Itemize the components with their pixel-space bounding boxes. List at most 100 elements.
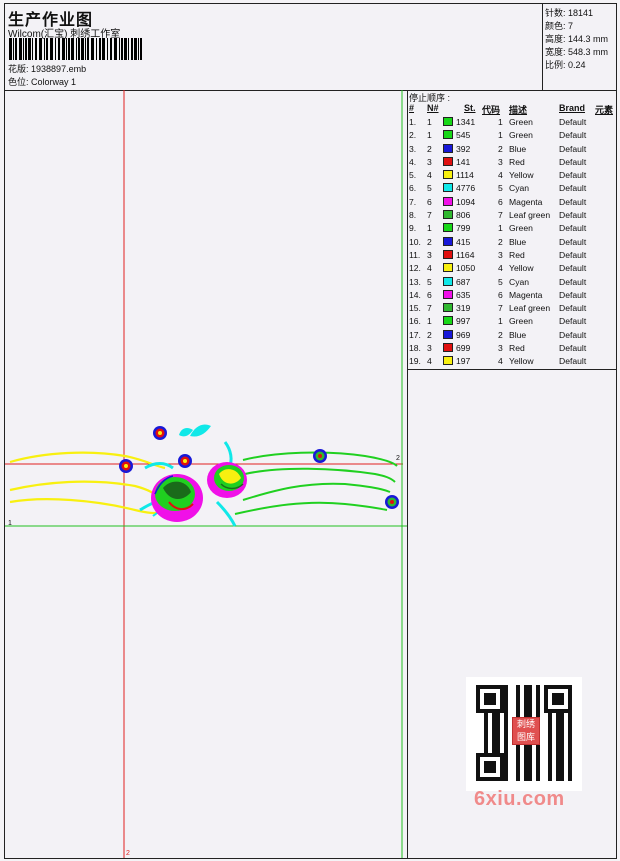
stop-row: 12. 4 1050 4 Yellow Default [407, 263, 616, 276]
row-stitches: 392 [456, 143, 471, 154]
row-index: 7. [409, 196, 417, 207]
stop-row: 10. 2 415 2 Blue Default [407, 236, 616, 250]
row-code: 5 [498, 276, 503, 287]
stop-table-body: 1. 1 1341 1 Green Default 2. 1 545 1 Green Default 3… [407, 117, 616, 370]
yellow-strand [9, 480, 161, 499]
yellow-strand [9, 451, 166, 470]
pattern-value: 1938897.emb [31, 64, 87, 74]
spec-width: 宽度: 548.3 mm [545, 47, 609, 57]
barcode [9, 38, 142, 60]
row-code: 3 [498, 343, 503, 354]
row-needle: 2 [427, 329, 432, 340]
cyan-leaf [190, 424, 211, 437]
row-stitches: 1164 [456, 249, 475, 260]
design-canvas[interactable]: 1 2 2 [5, 90, 408, 858]
row-needle: 1 [427, 130, 432, 141]
row-stitches: 699 [456, 343, 471, 354]
row-code: 7 [498, 303, 503, 314]
col-element: 元素 [595, 105, 614, 115]
green-strand [244, 467, 396, 483]
small-flower [385, 495, 399, 509]
row-index: 5. [409, 170, 417, 181]
row-index: 14. [409, 289, 421, 300]
row-needle: 1 [427, 117, 432, 127]
col-needle: N# [427, 103, 439, 113]
yellow-strand [9, 498, 166, 515]
color-swatch [443, 156, 453, 166]
row-brand: Default [559, 236, 587, 247]
row-index: 10. [409, 236, 421, 247]
green-strand [242, 482, 391, 501]
row-description: Magenta [509, 196, 543, 207]
origin-marker-2: 2 [396, 455, 400, 462]
row-code: 6 [498, 289, 503, 300]
spec-scale: 比例: 0.24 [545, 60, 586, 70]
row-needle: 3 [427, 156, 432, 167]
color-swatch [443, 117, 453, 126]
qr-code: 刺绣图库 [466, 677, 582, 791]
stop-row: 16. 1 997 1 Green Default [407, 316, 616, 329]
row-index: 15. [409, 303, 421, 314]
color-swatch [443, 329, 453, 339]
green-strand [234, 501, 388, 515]
row-brand: Default [559, 130, 587, 141]
row-description: Leaf green [509, 303, 551, 314]
small-flower [119, 459, 133, 473]
row-description: Yellow [509, 263, 534, 274]
stop-row: 18. 3 699 3 Red Default [407, 343, 616, 356]
row-stitches: 319 [456, 303, 471, 314]
row-description: Green [509, 117, 533, 127]
pattern-file: 花版: 1938897.emb [8, 62, 86, 75]
pattern-label: 花版: [8, 64, 29, 74]
small-flower [178, 454, 192, 468]
row-description: Red [509, 156, 525, 167]
row-code: 5 [498, 183, 503, 194]
row-stitches: 141 [456, 156, 471, 167]
row-needle: 6 [427, 289, 432, 300]
row-stitches: 806 [456, 210, 471, 221]
row-brand: Default [559, 263, 587, 274]
spec-color-count: 颜色: 7 [545, 21, 574, 31]
color-swatch [443, 303, 453, 313]
row-brand: Default [559, 303, 587, 314]
row-description: Yellow [509, 356, 534, 367]
row-index: 9. [409, 223, 417, 234]
row-code: 2 [498, 236, 503, 247]
spec-stitch-count: 针数: 18141 [545, 8, 594, 18]
row-description: Magenta [509, 289, 543, 300]
row-brand: Default [559, 143, 587, 154]
row-stitches: 969 [456, 329, 471, 340]
row-needle: 1 [427, 316, 432, 327]
row-description: Blue [509, 329, 527, 340]
row-code: 2 [498, 329, 503, 340]
row-needle: 4 [427, 263, 432, 274]
row-code: 4 [498, 356, 503, 367]
row-index: 2. [409, 130, 417, 141]
color-swatch [443, 196, 453, 206]
row-needle: 7 [427, 210, 432, 221]
row-index: 11. [409, 249, 421, 260]
color-swatch [443, 143, 453, 153]
origin-marker-1: 1 [8, 520, 12, 527]
stop-row: 2. 1 545 1 Green Default [407, 130, 616, 143]
stop-row: 13. 5 687 5 Cyan Default [407, 276, 616, 290]
row-brand: Default [559, 117, 587, 127]
col-stitches: St. [464, 103, 476, 113]
stop-row: 6. 5 4776 5 Cyan Default [407, 183, 616, 196]
stop-row: 11. 3 1164 3 Red Default [407, 249, 616, 263]
col-description: 描述 [509, 105, 528, 115]
col-code: 代码 [482, 105, 501, 115]
stop-row: 3. 2 392 2 Blue Default [407, 143, 616, 157]
color-swatch [443, 236, 453, 246]
embroidery-preview [5, 90, 407, 858]
row-stitches: 1114 [456, 170, 474, 181]
row-code: 3 [498, 156, 503, 167]
color-swatch [443, 276, 453, 286]
row-description: Yellow [509, 170, 534, 181]
row-code: 4 [498, 263, 503, 274]
row-needle: 4 [427, 356, 432, 367]
colorway: 色位: Colorway 1 [8, 75, 76, 88]
row-needle: 2 [427, 143, 432, 154]
row-code: 1 [498, 223, 503, 234]
row-code: 1 [498, 117, 503, 127]
